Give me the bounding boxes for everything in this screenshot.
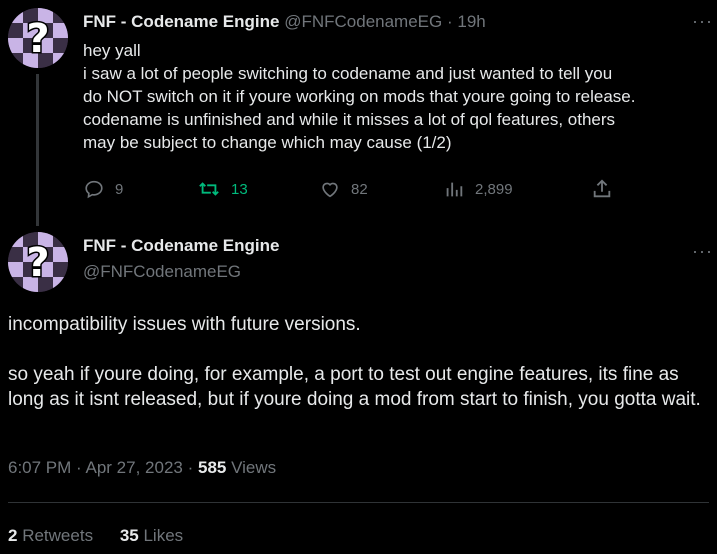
first-tweet[interactable]: ? FNF - Codename Engine @FNFCodenameEG ·… — [0, 0, 717, 230]
tweet-line: do NOT switch on it if youre working on … — [83, 87, 636, 106]
author-handle[interactable]: @FNFCodenameEG — [83, 262, 241, 282]
tweet-meta: 6:07 PM · Apr 27, 2023 · 585 Views — [8, 458, 277, 477]
author-name[interactable]: FNF - Codename Engine — [83, 236, 279, 256]
tweet-text: incompatibility issues with future versi… — [8, 312, 713, 412]
share-icon — [593, 179, 611, 198]
svg-text:?: ? — [26, 240, 49, 286]
views-count: 2,899 — [475, 180, 513, 198]
views-icon — [446, 182, 463, 197]
svg-text:?: ? — [26, 16, 49, 62]
retweet-button[interactable]: 13 — [197, 178, 248, 200]
question-mark-avatar-icon: ? — [8, 232, 68, 292]
likes-count: 35 — [119, 526, 139, 545]
avatar[interactable]: ? — [8, 232, 68, 292]
reply-icon — [85, 180, 103, 199]
like-button[interactable]: 82 — [319, 178, 368, 200]
divider — [8, 502, 709, 503]
author-handle[interactable]: @FNFCodenameEG — [284, 12, 442, 31]
timestamp[interactable]: 19h — [457, 12, 485, 31]
reply-count: 9 — [115, 180, 124, 198]
views-label: Views — [231, 458, 277, 477]
avatar[interactable]: ? — [8, 8, 68, 68]
thread-line — [36, 74, 39, 226]
tweet-paragraph: so yeah if youre doing, for example, a p… — [8, 364, 701, 410]
retweet-count: 13 — [231, 180, 248, 198]
retweets-stat[interactable]: 2 Retweets — [8, 526, 98, 545]
more-options-icon[interactable]: ··· — [692, 12, 713, 30]
tweet-paragraph: incompatibility issues with future versi… — [8, 314, 361, 335]
likes-stat[interactable]: 35 Likes — [120, 526, 183, 545]
author-name[interactable]: FNF - Codename Engine — [83, 12, 279, 31]
tweet-header: FNF - Codename Engine @FNFCodenameEG · 1… — [83, 12, 486, 32]
views-button[interactable]: 2,899 — [443, 178, 513, 200]
tweet-text: hey yall i saw a lot of people switching… — [83, 39, 713, 154]
tweet-line: may be subject to change which may cause… — [83, 133, 452, 152]
tweet-line: codename is unfinished and while it miss… — [83, 110, 616, 129]
more-options-icon[interactable]: ··· — [692, 242, 713, 260]
tweet-line: hey yall — [83, 41, 141, 60]
action-bar: 9 13 82 2,899 — [83, 178, 623, 202]
separator-dot: · — [446, 12, 453, 31]
tweet-time[interactable]: 6:07 PM — [8, 458, 71, 477]
tweet-line: i saw a lot of people switching to coden… — [83, 64, 613, 83]
retweets-label: Retweets — [22, 526, 94, 545]
engagement-stats: 2 Retweets 35 Likes — [8, 526, 205, 546]
reply-button[interactable]: 9 — [83, 178, 123, 200]
views-count: 585 — [197, 458, 227, 477]
share-button[interactable] — [591, 178, 623, 200]
tweet-date[interactable]: Apr 27, 2023 — [86, 458, 183, 477]
question-mark-avatar-icon: ? — [8, 8, 68, 68]
like-icon — [322, 182, 338, 198]
retweet-icon — [199, 182, 219, 196]
likes-label: Likes — [143, 526, 184, 545]
retweets-count: 2 — [8, 526, 18, 545]
like-count: 82 — [351, 180, 368, 198]
